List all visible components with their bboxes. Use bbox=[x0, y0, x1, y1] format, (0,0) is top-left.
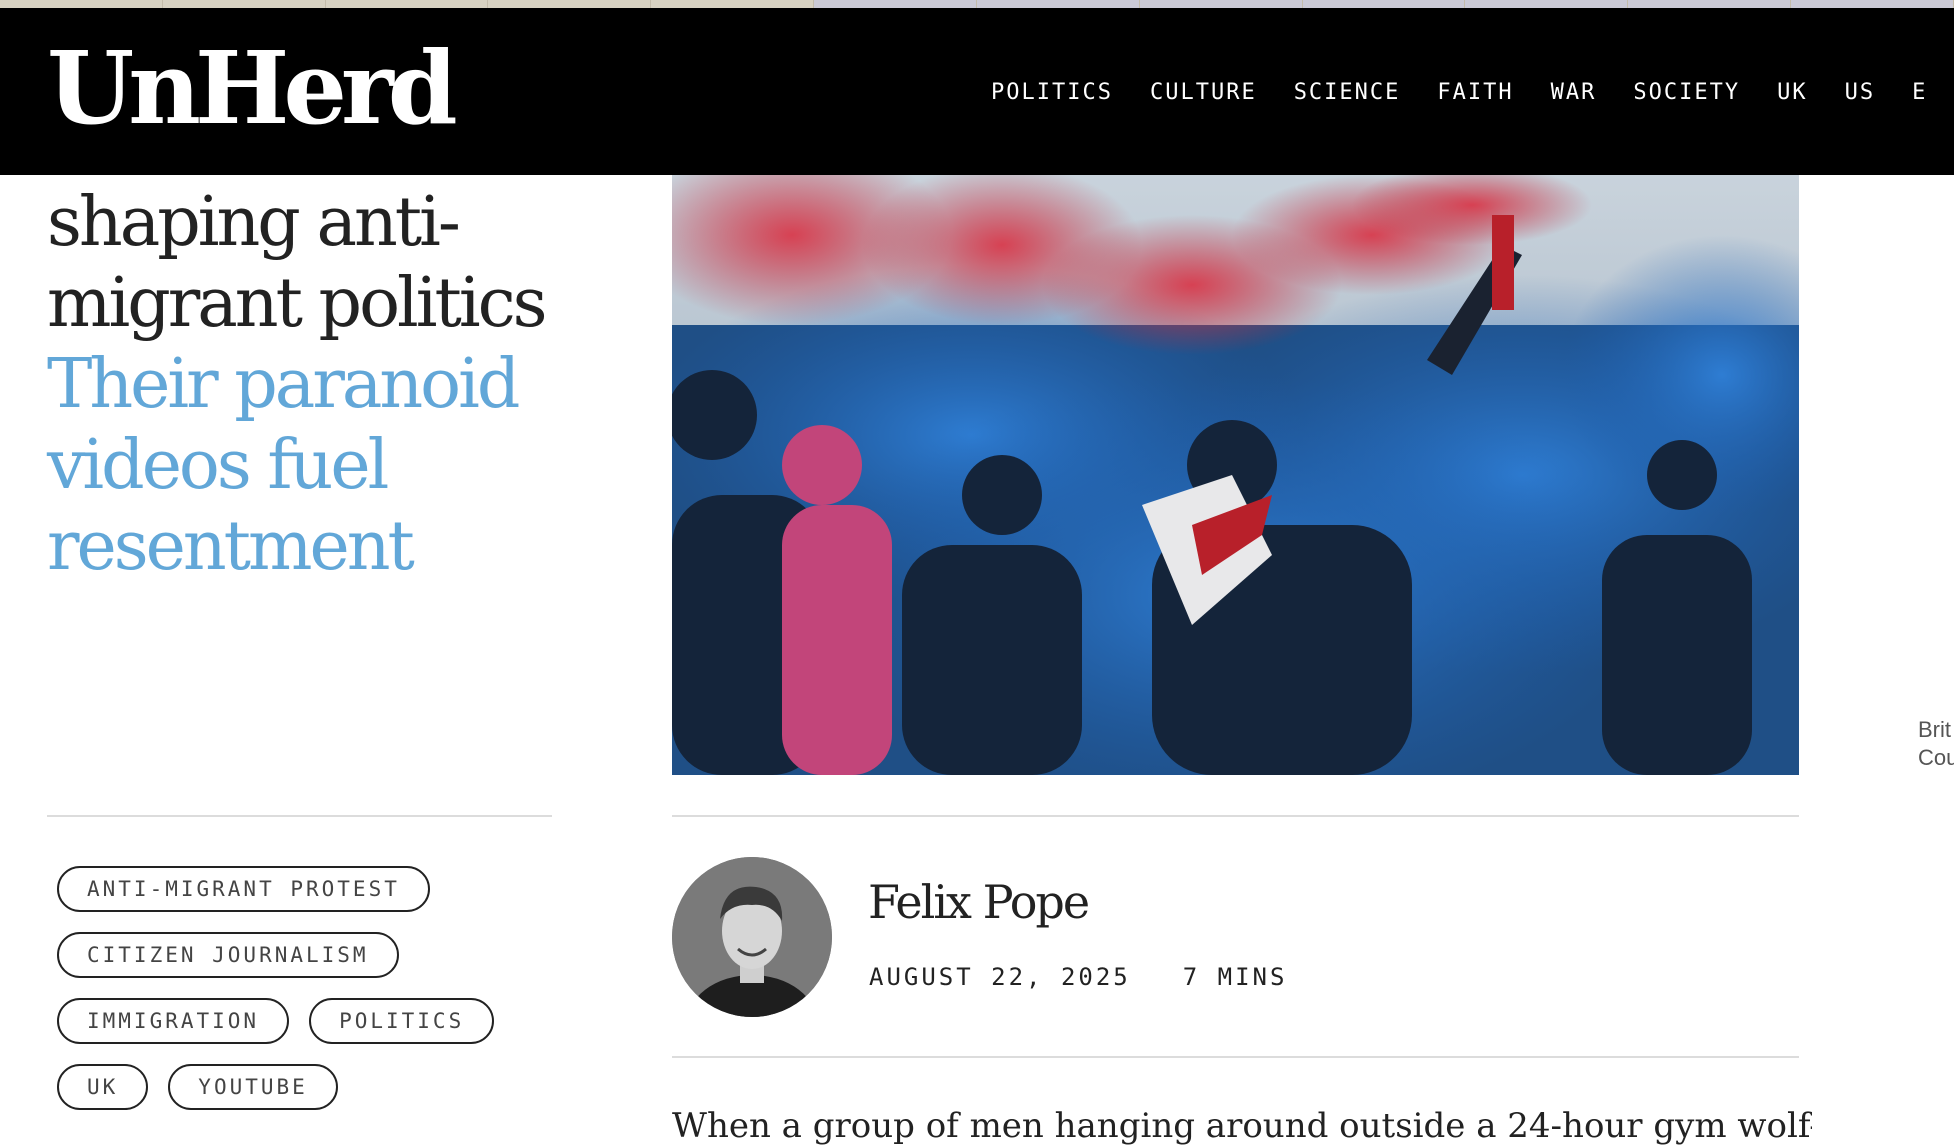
nav-us[interactable]: US bbox=[1845, 80, 1876, 105]
standfirst-line: Their paranoid bbox=[47, 345, 520, 424]
headline-line: migrant politics bbox=[47, 264, 548, 343]
nav-uk[interactable]: UK bbox=[1777, 80, 1808, 105]
hero-image bbox=[672, 175, 1799, 775]
nav-war[interactable]: WAR bbox=[1551, 80, 1597, 105]
author-avatar[interactable] bbox=[672, 857, 832, 1017]
main-nav: POLITICS CULTURE SCIENCE FAITH WAR SOCIE… bbox=[991, 80, 1954, 105]
nav-society[interactable]: SOCIETY bbox=[1633, 80, 1740, 105]
standfirst-line: videos fuel bbox=[47, 426, 389, 505]
sidebar-divider bbox=[47, 815, 552, 817]
nav-politics[interactable]: POLITICS bbox=[991, 80, 1113, 105]
article-headline: shaping anti- migrant politics Their par… bbox=[47, 182, 567, 587]
headline-line: shaping anti- bbox=[47, 183, 461, 262]
caption-line: Brit bbox=[1918, 717, 1951, 742]
tag-list: ANTI-MIGRANT PROTEST CITIZEN JOURNALISM … bbox=[57, 866, 577, 1130]
byline-top-divider bbox=[672, 815, 1799, 817]
image-caption: Brit Cou bbox=[1918, 716, 1954, 772]
tag-uk[interactable]: UK bbox=[57, 1064, 149, 1110]
author-photo bbox=[672, 857, 832, 1017]
byline-bottom-divider bbox=[672, 1056, 1799, 1058]
nav-culture[interactable]: CULTURE bbox=[1150, 80, 1257, 105]
site-logo[interactable]: UnHerd bbox=[47, 38, 458, 138]
site-header: UnHerd POLITICS CULTURE SCIENCE FAITH WA… bbox=[0, 8, 1954, 175]
article-meta: AUGUST 22, 2025 7 MINS bbox=[869, 963, 1287, 991]
browser-tab-strip bbox=[0, 0, 1954, 8]
read-time: 7 MINS bbox=[1182, 963, 1288, 991]
tag-citizen-journalism[interactable]: CITIZEN JOURNALISM bbox=[57, 932, 399, 978]
publish-date: AUGUST 22, 2025 bbox=[869, 963, 1131, 991]
tag-politics[interactable]: POLITICS bbox=[309, 998, 495, 1044]
nav-science[interactable]: SCIENCE bbox=[1294, 80, 1401, 105]
article-lede: When a group of men hanging around outsi… bbox=[672, 1106, 1812, 1146]
author-name[interactable]: Felix Pope bbox=[868, 875, 1090, 929]
tag-youtube[interactable]: YOUTUBE bbox=[168, 1064, 338, 1110]
nav-more-truncated[interactable]: E bbox=[1912, 80, 1927, 105]
nav-faith[interactable]: FAITH bbox=[1437, 80, 1513, 105]
caption-line: Cou bbox=[1918, 745, 1954, 770]
protest-photo bbox=[672, 175, 1799, 775]
standfirst-line: resentment bbox=[47, 507, 415, 586]
tag-immigration[interactable]: IMMIGRATION bbox=[57, 998, 290, 1044]
tag-anti-migrant-protest[interactable]: ANTI-MIGRANT PROTEST bbox=[57, 866, 430, 912]
